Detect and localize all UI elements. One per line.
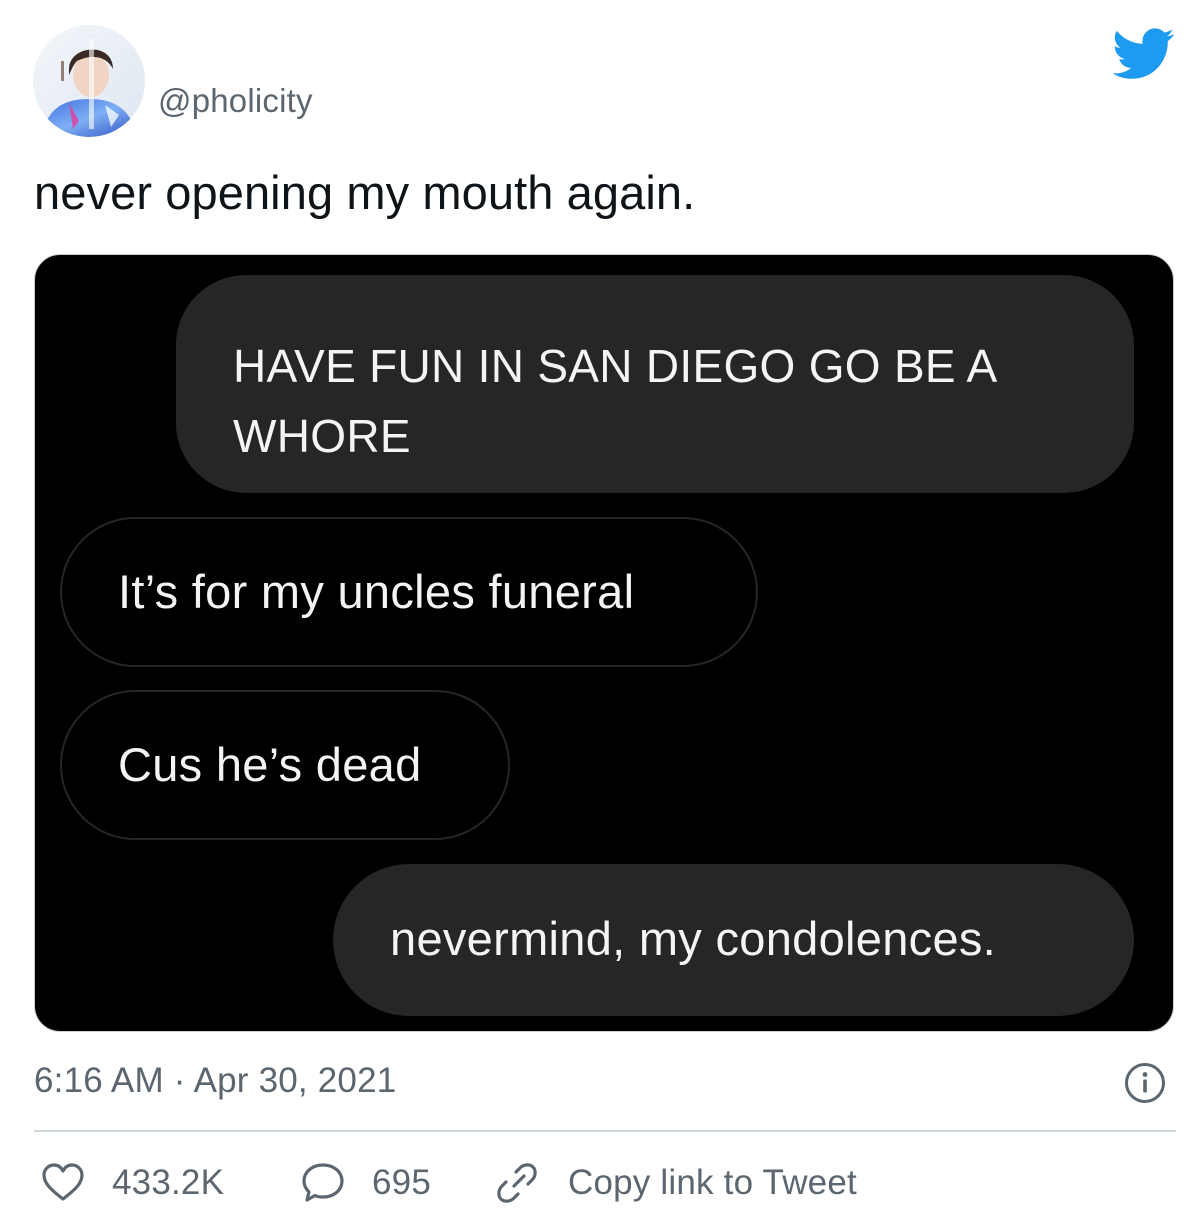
link-icon	[497, 1163, 537, 1203]
message-text: HAVE FUN IN SAN DIEGO GO BE A WHORE	[233, 340, 995, 462]
avatar[interactable]	[33, 25, 145, 137]
reply-count: 695	[372, 1163, 431, 1202]
user-handle[interactable]: @pholicity	[158, 82, 313, 120]
message-bubble-sent: HAVE FUN IN SAN DIEGO GO BE A WHORE	[176, 275, 1134, 493]
speech-bubble-icon	[302, 1163, 344, 1202]
info-icon[interactable]	[1124, 1062, 1166, 1104]
message-text: It’s for my uncles funeral	[118, 565, 635, 618]
copy-link-label: Copy link to Tweet	[568, 1163, 857, 1202]
message-text: Cus he’s dead	[118, 738, 422, 791]
message-bubble-received: It’s for my uncles funeral	[60, 517, 758, 667]
reply-button[interactable]: 695	[300, 1156, 431, 1210]
embedded-tweet: @pholicity never opening my mouth again.…	[0, 0, 1200, 1222]
like-count: 433.2K	[112, 1163, 225, 1202]
divider	[34, 1130, 1176, 1132]
avatar-image	[33, 25, 145, 137]
heart-icon	[42, 1163, 84, 1201]
message-text: nevermind, my condolences.	[390, 912, 997, 965]
twitter-bird-icon[interactable]	[1113, 28, 1175, 80]
message-bubble-sent: nevermind, my condolences.	[333, 864, 1134, 1016]
like-button[interactable]: 433.2K	[40, 1156, 224, 1210]
tweet-timestamp[interactable]: 6:16 AM · Apr 30, 2021	[34, 1061, 396, 1101]
message-bubble-received: Cus he’s dead	[60, 690, 510, 840]
tweet-text: never opening my mouth again.	[34, 166, 696, 219]
tweet-media-image[interactable]: HAVE FUN IN SAN DIEGO GO BE A WHORE It’s…	[34, 254, 1174, 1032]
copy-link-button[interactable]: Copy link to Tweet	[494, 1156, 857, 1210]
